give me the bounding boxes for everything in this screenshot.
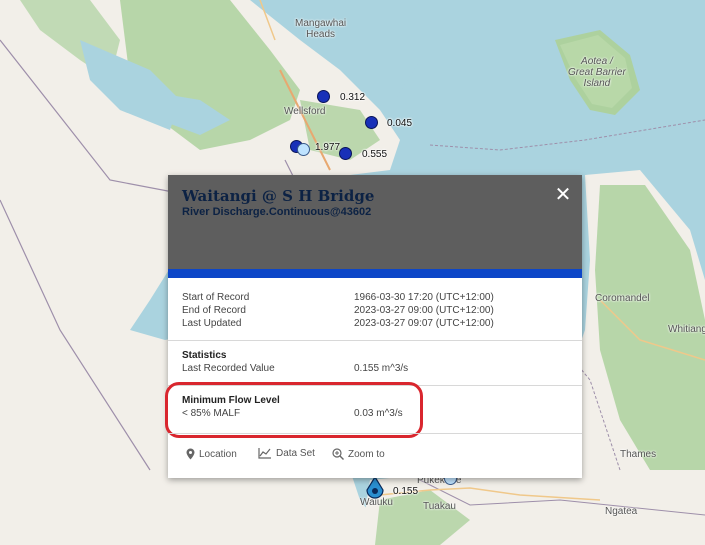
divider <box>168 340 582 341</box>
location-label: Location <box>199 448 237 460</box>
statistics-value: 0.155 m^3/s <box>354 363 409 374</box>
marker-value: 0.555 <box>362 149 388 160</box>
data-set-label: Data Set <box>276 448 315 459</box>
chart-line-icon <box>258 448 271 459</box>
record-value: 1966-03-30 17:20 (UTC+12:00) <box>354 292 494 303</box>
map-label-tuakau: Tuakau <box>423 501 456 512</box>
record-value: 2023-03-27 09:07 (UTC+12:00) <box>354 318 494 329</box>
record-label: Last Updated <box>182 318 242 329</box>
marker-value: 0.155 <box>393 486 419 497</box>
statistics-label: Last Recorded Value <box>182 363 275 374</box>
selected-station-pin-icon[interactable] <box>365 476 385 500</box>
popup-accent-bar <box>168 269 582 278</box>
station-popup: Waitangi @ S H Bridge River Discharge.Co… <box>165 175 582 478</box>
map-label-great-barrier: Aotea / Great Barrier Island <box>568 56 626 89</box>
map-label-coromandel: Coromandel <box>595 293 650 304</box>
map-label-thames: Thames <box>620 449 657 460</box>
statistics-title: Statistics <box>182 350 227 361</box>
highlight-annotation <box>165 382 423 438</box>
record-label: Start of Record <box>182 292 250 303</box>
zoom-in-icon <box>332 448 344 460</box>
record-label: End of Record <box>182 305 246 316</box>
record-value: 2023-03-27 09:00 (UTC+12:00) <box>354 305 494 316</box>
location-link[interactable]: Location <box>186 448 237 460</box>
divider <box>168 433 582 434</box>
station-marker[interactable] <box>365 116 378 129</box>
marker-value: 0.045 <box>387 118 413 129</box>
station-marker[interactable] <box>339 147 352 160</box>
map-label-ngatea: Ngatea <box>605 506 638 517</box>
popup-title: Waitangi @ S H Bridge <box>182 187 375 205</box>
zoom-to-link[interactable]: Zoom to <box>332 448 385 460</box>
popup-subtitle: River Discharge.Continuous@43602 <box>182 206 372 218</box>
map-label-wellsford: Wellsford <box>284 106 326 117</box>
marker-value: 0.312 <box>340 92 366 103</box>
location-pin-icon <box>186 448 195 460</box>
station-marker[interactable] <box>297 143 310 156</box>
marker-value: 1.977 <box>315 142 341 153</box>
map-label-whitianga: Whitiang <box>668 324 705 335</box>
station-marker[interactable] <box>317 90 330 103</box>
zoom-to-label: Zoom to <box>348 448 385 460</box>
close-icon[interactable]: ✕ <box>552 183 574 205</box>
data-set-link[interactable]: Data Set <box>258 448 315 459</box>
map-label-mangawhai-heads: Mangawhai Heads <box>295 18 347 40</box>
